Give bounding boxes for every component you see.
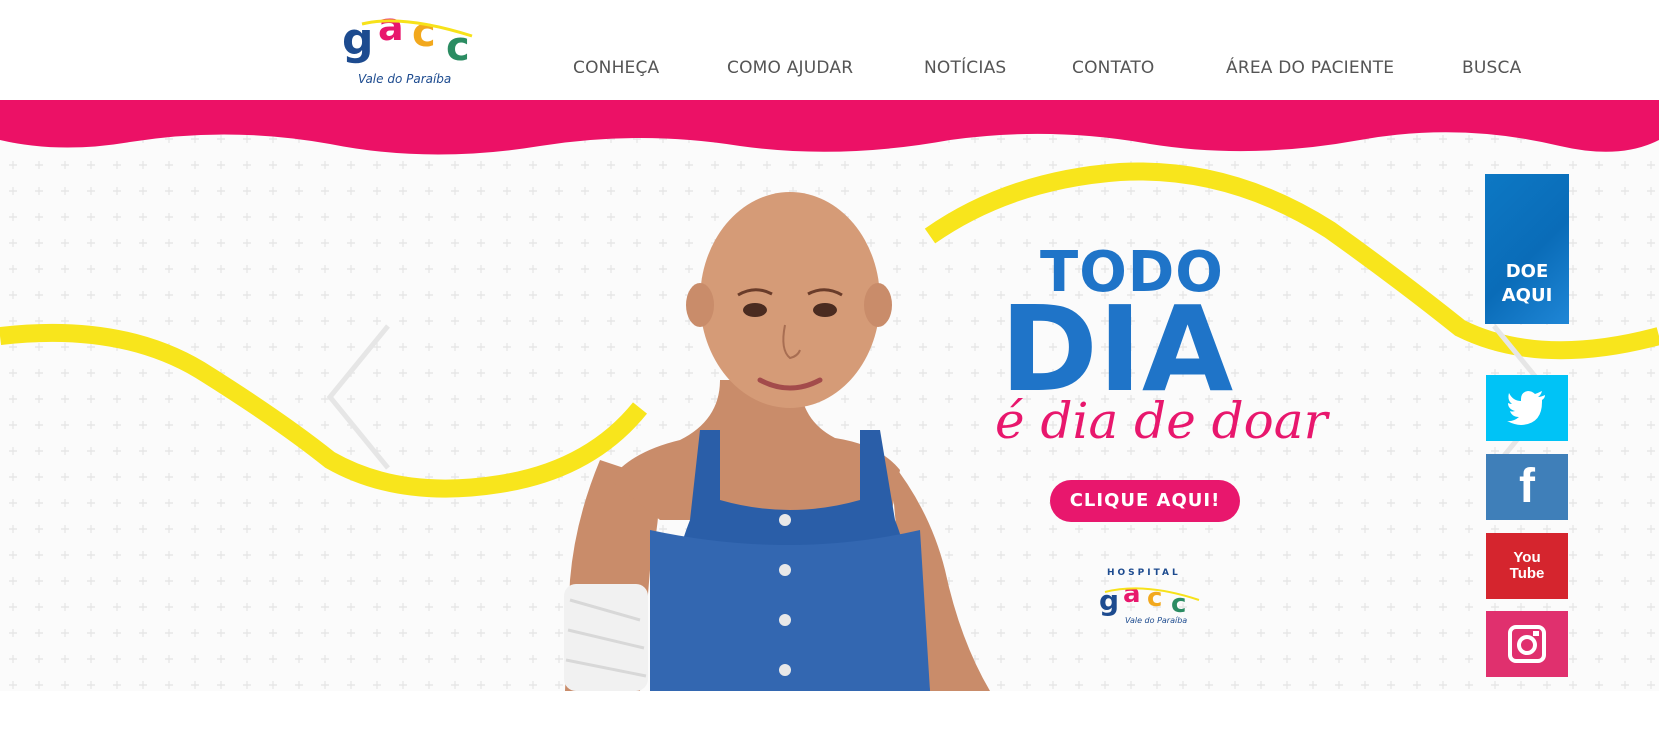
clique-aqui-button[interactable]: CLIQUE AQUI! [1050,480,1240,522]
site-header: g a c c Vale do Paraíba CONHEÇA COMO AJU… [0,0,1659,100]
hospital-logo-letters: g a c c [1099,579,1200,618]
svg-text:c: c [1147,583,1162,613]
twitter-icon [1507,391,1545,425]
instagram-button[interactable] [1486,611,1568,677]
facebook-icon: f [1519,460,1535,513]
instagram-icon [1508,625,1546,663]
nav-contato[interactable]: CONTATO [1072,58,1155,78]
page-below-hero [0,691,1659,756]
hero-background [0,100,1659,691]
twitter-button[interactable] [1486,375,1568,441]
youtube-button[interactable]: You Tube [1486,533,1568,599]
campaign-line-dia: DIA [1000,280,1234,418]
hero-banner[interactable]: TODO DIA é dia de doar CLIQUE AQUI! HOSP… [0,100,1659,691]
doe-label: DOE [1505,261,1549,282]
nav-area-do-paciente[interactable]: ÁREA DO PACIENTE [1226,58,1394,78]
nav-busca[interactable]: BUSCA [1462,58,1521,78]
nav-conheca[interactable]: CONHEÇA [573,58,659,78]
youtube-icon: You Tube [1509,548,1545,582]
nav-noticias[interactable]: NOTÍCIAS [924,58,1006,78]
main-nav: CONHEÇA COMO AJUDAR NOTÍCIAS CONTATO ÁRE… [0,58,1659,82]
aqui-label: AQUI [1501,285,1553,306]
campaign-line-doar: é dia de doar [995,392,1328,450]
svg-text:c: c [412,10,436,56]
carousel-prev-arrow[interactable] [324,322,394,472]
hospital-gacc-logo: HOSPITAL g a c c Vale do Paraíba [1095,568,1205,630]
svg-text:a: a [378,6,404,49]
doe-aqui-button[interactable]: DOE AQUI [1485,174,1569,324]
facebook-button[interactable]: f [1486,454,1568,520]
nav-como-ajudar[interactable]: COMO AJUDAR [727,58,853,78]
hospital-logo-subtitle: Vale do Paraíba [1125,616,1188,625]
svg-text:a: a [1123,579,1141,609]
